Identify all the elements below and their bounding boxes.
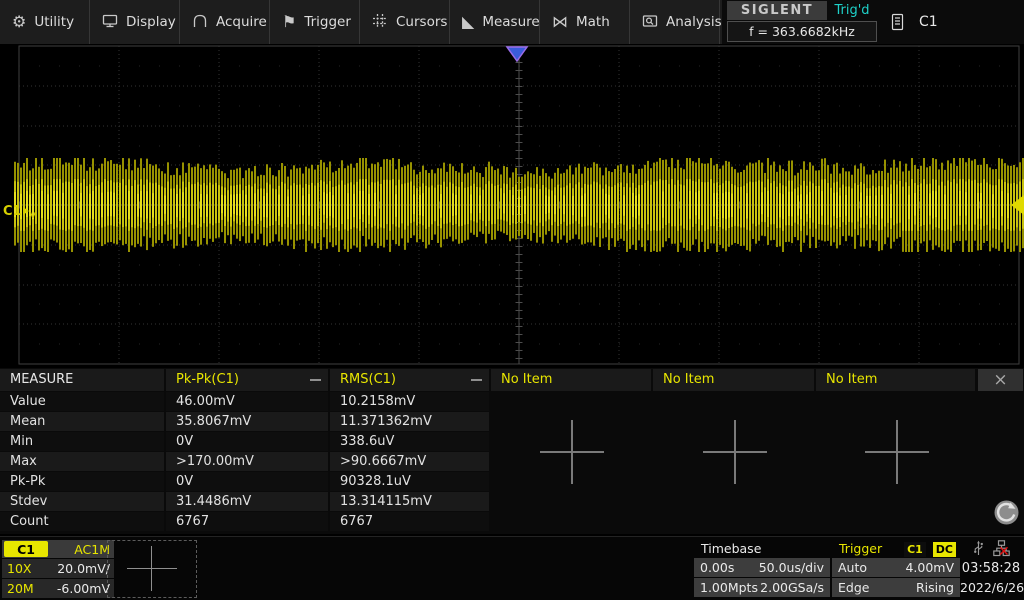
menu-item-utility[interactable]: ⚙ Utility: [0, 0, 90, 44]
trigger-mode: Auto: [838, 560, 867, 575]
clipboard-icon: [890, 13, 905, 31]
volts-per-div: 20.0mV/: [57, 561, 110, 576]
clock-time: 03:58:28: [960, 559, 1022, 578]
table-row: Count 6767 6767: [0, 512, 489, 531]
trigger-box[interactable]: Trigger C1 DC Auto 4.00mV Edge Rising: [832, 540, 960, 598]
active-channel-indicator[interactable]: C1: [890, 0, 938, 43]
bowtie-m-icon: ⋈: [552, 14, 568, 30]
siglent-logo: SIGLENT: [727, 1, 827, 20]
menu-label: Measure: [482, 14, 539, 30]
channel-offset-label: C1: [3, 204, 22, 219]
table-row: Min 0V 338.6uV: [0, 432, 489, 451]
channel1-descriptor-box[interactable]: C1 AC1M 10X 20.0mV/ 20M -6.00mV: [2, 540, 114, 598]
crosshatch-icon: [372, 13, 388, 32]
gear-icon: ⚙: [12, 14, 26, 30]
reset-statistics-button[interactable]: [993, 499, 1020, 526]
trigger-slope: Rising: [916, 580, 954, 595]
menu: ⚙ Utility Display Acquire ⚑ Trigger Curs…: [0, 0, 722, 44]
memory-depth: 1.00Mpts: [700, 580, 758, 595]
trigger-level: 4.00mV: [905, 560, 954, 575]
trigger-position-marker[interactable]: [507, 47, 527, 61]
table-row: Mean 35.8067mV 11.371362mV: [0, 412, 489, 431]
right-arrow-icon: [23, 207, 29, 215]
frequency-counter: f = 363.6682kHz: [727, 21, 877, 42]
active-channel-label: C1: [919, 14, 938, 30]
timebase-delay: 0.00s: [700, 560, 734, 575]
menu-item-acquire[interactable]: Acquire: [180, 0, 270, 44]
measure-column-header[interactable]: RMS(C1): [330, 369, 489, 391]
menu-item-trigger[interactable]: ⚑ Trigger: [270, 0, 360, 44]
menu-item-cursors[interactable]: Cursors: [360, 0, 450, 44]
offset-value: -6.00mV: [57, 581, 110, 596]
trigger-level-marker[interactable]: [1011, 195, 1024, 215]
monitor-icon: [102, 13, 118, 32]
top-menu-bar: ⚙ Utility Display Acquire ⚑ Trigger Curs…: [0, 0, 1024, 44]
waveform-display-area: C1 v: [0, 44, 1024, 366]
scope-graticule: [0, 44, 1024, 366]
oscilloscope-screen: ⚙ Utility Display Acquire ⚑ Trigger Curs…: [0, 0, 1024, 600]
close-measure-panel-button[interactable]: ×: [978, 369, 1023, 391]
channel1-badge: C1: [4, 541, 48, 557]
measurement-panel: MEASURE Pk-Pk(C1) RMS(C1) No Item No Ite…: [0, 368, 1024, 534]
trigger-type: Edge: [838, 580, 869, 595]
measure-column-header-empty[interactable]: No Item: [653, 369, 814, 391]
table-row: Value 46.00mV 10.2158mV: [0, 392, 489, 411]
set-square-icon: ◣: [462, 14, 474, 30]
menu-label: Display: [126, 14, 176, 30]
ground-symbol: v: [30, 208, 37, 221]
remove-measurement-button[interactable]: [310, 379, 321, 381]
clock-date: 2022/6/26: [960, 578, 1022, 597]
system-status-zone: ✕ 03:58:28 2022/6/26: [960, 540, 1022, 598]
table-row: Stdev 31.4486mV 13.314115mV: [0, 492, 489, 511]
remove-measurement-button[interactable]: [471, 379, 482, 381]
menu-label: Math: [576, 14, 610, 30]
trigger-coupling-badge: DC: [933, 542, 956, 557]
add-measurement-button[interactable]: [865, 420, 929, 484]
table-row: Max >170.00mV >90.6667mV: [0, 452, 489, 471]
trigger-status-badge: Trig'd: [827, 1, 877, 20]
bottom-status-bar: C1 AC1M 10X 20.0mV/ 20M -6.00mV Timebase…: [0, 536, 1024, 600]
add-measurement-button[interactable]: [540, 420, 604, 484]
menu-label: Analysis: [666, 14, 722, 30]
menu-label: Cursors: [396, 14, 447, 30]
add-channel-slot[interactable]: [107, 540, 197, 598]
magnifier-folder-icon: [642, 13, 658, 32]
menu-item-display[interactable]: Display: [90, 0, 180, 44]
waveform-arch-icon: [192, 13, 208, 32]
menu-label: Acquire: [216, 14, 267, 30]
usb-icon: [972, 540, 985, 557]
menu-item-measure[interactable]: ◣ Measure: [450, 0, 540, 44]
probe-label: 10X: [7, 561, 31, 576]
trigger-title: Trigger: [839, 541, 882, 556]
menu-item-analysis[interactable]: Analysis: [630, 0, 720, 44]
measure-column-header-empty[interactable]: No Item: [816, 369, 975, 391]
menu-label: Trigger: [304, 14, 351, 30]
timebase-title: Timebase: [694, 540, 830, 557]
network-disconnected-icon: ✕: [998, 545, 1010, 559]
table-row: Pk-Pk 0V 90328.1uV: [0, 472, 489, 491]
channel-offset-marker[interactable]: C1 v: [3, 201, 36, 221]
measure-column-header[interactable]: Pk-Pk(C1): [166, 369, 328, 391]
brand-status-panel: SIGLENT Trig'd f = 363.6682kHz: [727, 1, 877, 43]
bandwidth-label: 20M: [7, 581, 34, 596]
add-measurement-button[interactable]: [703, 420, 767, 484]
measure-panel-title: MEASURE: [0, 369, 164, 391]
timebase-scale: 50.0us/div: [759, 560, 824, 575]
flag-icon: ⚑: [282, 14, 296, 30]
menu-label: Utility: [34, 14, 74, 30]
measure-column-header-empty[interactable]: No Item: [491, 369, 651, 391]
trigger-source-badge: C1: [904, 542, 926, 557]
coupling-label: AC1M: [74, 542, 110, 557]
circular-arrows-icon: [993, 499, 1020, 526]
menu-item-math[interactable]: ⋈ Math: [540, 0, 630, 44]
sample-rate: 2.00GSa/s: [760, 580, 824, 595]
timebase-box[interactable]: Timebase 0.00s 50.0us/div 1.00Mpts 2.00G…: [694, 540, 830, 598]
